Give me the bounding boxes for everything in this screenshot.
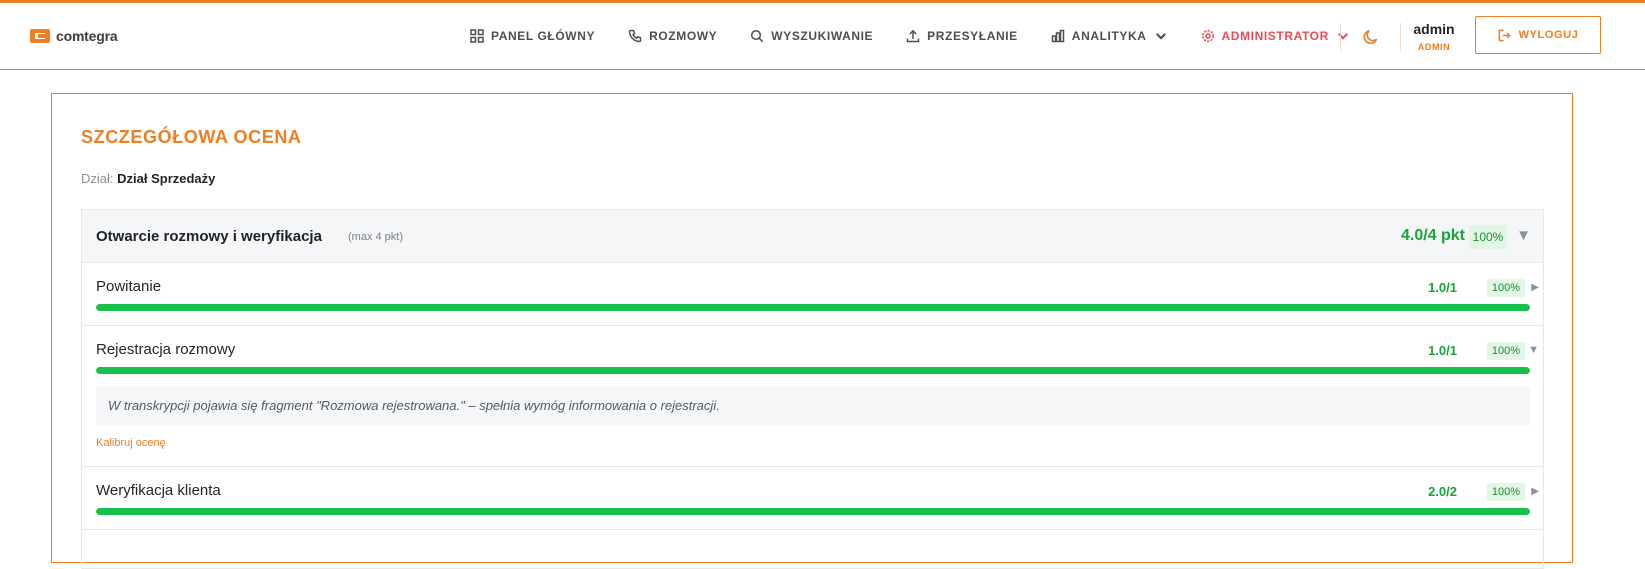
nav-item-administrator[interactable]: ADMINISTRATOR: [1201, 29, 1350, 43]
criterion-percent-badge: 100%: [1487, 279, 1525, 297]
gear-icon: [1201, 30, 1214, 42]
upload-icon: [906, 29, 920, 43]
moon-icon: [1363, 30, 1378, 45]
logout-button[interactable]: WYLOGUJ: [1475, 16, 1601, 54]
department-label: Dział:: [81, 171, 114, 186]
criterion-row[interactable]: Powitanie 1.0/1 100% ▶: [82, 263, 1543, 326]
criterion-percent-badge: 100%: [1487, 483, 1525, 501]
nav-item-upload[interactable]: PRZESYŁANIE: [906, 29, 1018, 43]
user-name: admin: [1413, 21, 1455, 37]
criterion-label: Powitanie: [96, 278, 162, 295]
chevron-down-icon: [1155, 33, 1166, 40]
criterion-progress-fill: [96, 508, 1530, 515]
criterion-progress-bar: [96, 367, 1530, 374]
main-nav: PANEL GŁÓWNY ROZMOWY WYSZUKIWANIE PRZESY…: [470, 3, 1383, 69]
section-score: 4.0/4 pkt: [1400, 227, 1465, 244]
department-value: Dział Sprzedaży: [117, 171, 216, 186]
brand-logo[interactable]: comtegra: [30, 28, 118, 44]
department-info: Dział: Dział Sprzedaży: [81, 171, 215, 186]
criterion-comment: W transkrypcji pojawia się fragment "Roz…: [96, 387, 1530, 425]
criterion-row[interactable]: Weryfikacja klienta 2.0/2 100% ▶: [82, 467, 1543, 530]
criterion-percent-badge: 100%: [1487, 342, 1525, 360]
user-info: admin ADMIN: [1410, 21, 1458, 52]
caret-right-icon[interactable]: ▶: [1531, 282, 1539, 293]
evaluation-section: Otwarcie rozmowy i weryfikacja (max 4 pk…: [81, 209, 1544, 569]
top-navbar: comtegra PANEL GŁÓWNY ROZMOWY WYSZUKIWAN…: [0, 3, 1645, 70]
criterion-label: Weryfikacja klienta: [96, 482, 221, 499]
calibrate-link[interactable]: Kalibruj ocenę: [96, 437, 166, 449]
nav-item-calls[interactable]: ROZMOWY: [628, 29, 717, 43]
logout-icon: [1498, 29, 1511, 41]
criterion-score: 1.0/1: [1428, 280, 1457, 295]
nav-item-label: ANALITYKA: [1071, 29, 1147, 43]
criterion-score: 1.0/1: [1428, 343, 1457, 358]
nav-item-label: WYSZUKIWANIE: [771, 29, 874, 43]
theme-toggle-button[interactable]: [1362, 28, 1380, 51]
criterion-progress-bar: [96, 508, 1530, 515]
nav-item-search[interactable]: WYSZUKIWANIE: [750, 29, 873, 43]
nav-item-label: ROZMOWY: [649, 29, 718, 43]
criterion-progress-fill: [96, 367, 1530, 374]
evaluation-card: SZCZEGÓŁOWA OCENA Dział: Dział Sprzedaży…: [51, 93, 1573, 569]
criterion-progress-fill: [96, 304, 1530, 311]
criterion-row[interactable]: Rejestracja rozmowy 1.0/1 100% ▼ W trans…: [82, 326, 1543, 467]
search-icon: [751, 29, 764, 43]
nav-item-label: PANEL GŁÓWNY: [491, 29, 596, 43]
nav-item-label: ADMINISTRATOR: [1221, 29, 1329, 43]
chevron-down-icon: [1337, 33, 1348, 40]
section-max-points: (max 4 pkt): [348, 231, 404, 243]
section-title: Otwarcie rozmowy i weryfikacja: [96, 228, 322, 245]
comtegra-logo-icon: [30, 29, 50, 43]
criterion-progress-bar: [96, 304, 1530, 311]
user-role: ADMIN: [1417, 42, 1451, 52]
nav-item-label: PRZESYŁANIE: [927, 29, 1018, 43]
nav-item-analytics[interactable]: ANALITYKA: [1051, 29, 1168, 43]
bar-chart-icon: [1051, 29, 1065, 43]
caret-down-icon[interactable]: ▼: [1516, 227, 1531, 244]
criterion-score: 2.0/2: [1428, 484, 1457, 499]
phone-icon: [628, 29, 642, 43]
caret-right-icon[interactable]: ▶: [1531, 486, 1539, 497]
divider: [1400, 23, 1401, 51]
criterion-label: Rejestracja rozmowy: [96, 341, 236, 358]
caret-down-icon[interactable]: ▼: [1528, 344, 1539, 356]
page-title: SZCZEGÓŁOWA OCENA: [81, 127, 302, 147]
section-percent-badge: 100%: [1469, 225, 1507, 249]
divider: [1340, 23, 1341, 51]
nav-item-dashboard[interactable]: PANEL GŁÓWNY: [470, 29, 595, 43]
section-header[interactable]: Otwarcie rozmowy i weryfikacja (max 4 pk…: [82, 210, 1543, 263]
logout-label: WYLOGUJ: [1518, 29, 1579, 41]
grid-icon: [470, 29, 484, 43]
brand-name: comtegra: [56, 28, 118, 44]
